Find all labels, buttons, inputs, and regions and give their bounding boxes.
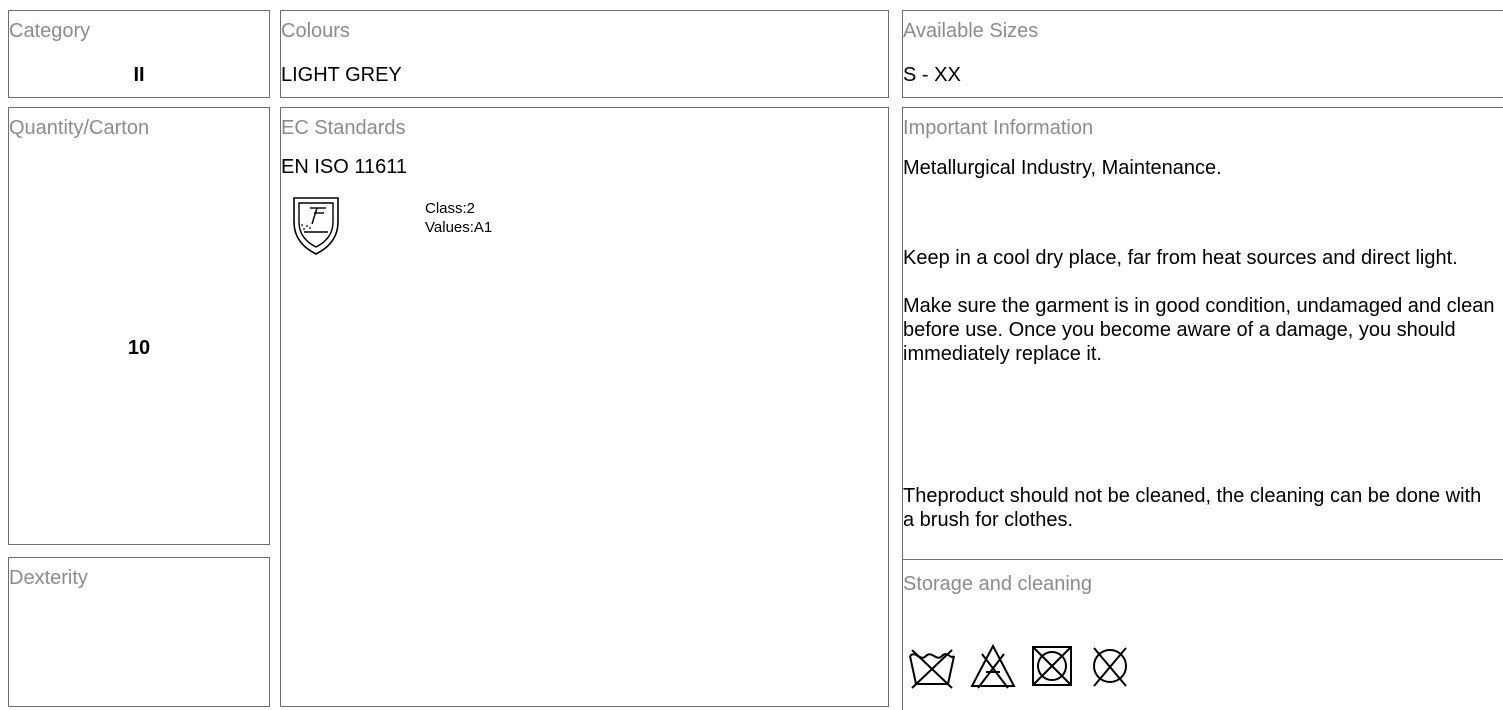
quantity-value: 10 bbox=[127, 337, 151, 359]
colours-value: LIGHT GREY bbox=[281, 64, 402, 86]
care-icons-row bbox=[906, 640, 1134, 692]
colours-label: Colours bbox=[281, 20, 350, 42]
dexterity-cell: Dexterity bbox=[8, 557, 270, 707]
important-info-cell: Important Information Metallurgical Indu… bbox=[902, 107, 1503, 560]
do-not-dry-clean-icon bbox=[1093, 647, 1127, 687]
do-not-wash-icon bbox=[909, 649, 955, 689]
standards-value: EN ISO 11611 bbox=[281, 156, 407, 178]
sizes-label: Available Sizes bbox=[903, 20, 1039, 42]
quantity-cell: Quantity/Carton 10 bbox=[8, 107, 270, 545]
sizes-value: S - XX bbox=[903, 64, 961, 86]
standards-label: EC Standards bbox=[281, 117, 406, 139]
category-cell: Category II bbox=[8, 10, 270, 98]
storage-label: Storage and cleaning bbox=[903, 573, 1093, 595]
dexterity-label: Dexterity bbox=[9, 567, 88, 589]
important-para-4: Theproduct should not be cleaned, the cl… bbox=[903, 485, 1482, 531]
colours-cell: Colours LIGHT GREY bbox=[280, 10, 889, 98]
standards-class: Class:2 bbox=[425, 200, 476, 217]
standards-cell: EC Standards EN ISO 11611 Class:2 Values… bbox=[280, 107, 889, 707]
important-label: Important Information bbox=[903, 117, 1094, 139]
do-not-bleach-icon bbox=[970, 643, 1016, 689]
important-para-2: Keep in a cool dry place, far from heat … bbox=[903, 247, 1458, 269]
category-value: II bbox=[133, 64, 145, 86]
standards-values: Values:A1 bbox=[425, 219, 493, 236]
do-not-tumble-dry-icon bbox=[1032, 646, 1072, 686]
welding-protection-icon bbox=[293, 197, 339, 255]
category-label: Category bbox=[9, 20, 91, 42]
important-para-3: Make sure the garment is in good conditi… bbox=[903, 295, 1495, 365]
quantity-label: Quantity/Carton bbox=[9, 117, 150, 139]
sizes-cell: Available Sizes S - XX bbox=[902, 10, 1503, 98]
important-line-1: Metallurgical Industry, Maintenance. bbox=[903, 157, 1222, 179]
